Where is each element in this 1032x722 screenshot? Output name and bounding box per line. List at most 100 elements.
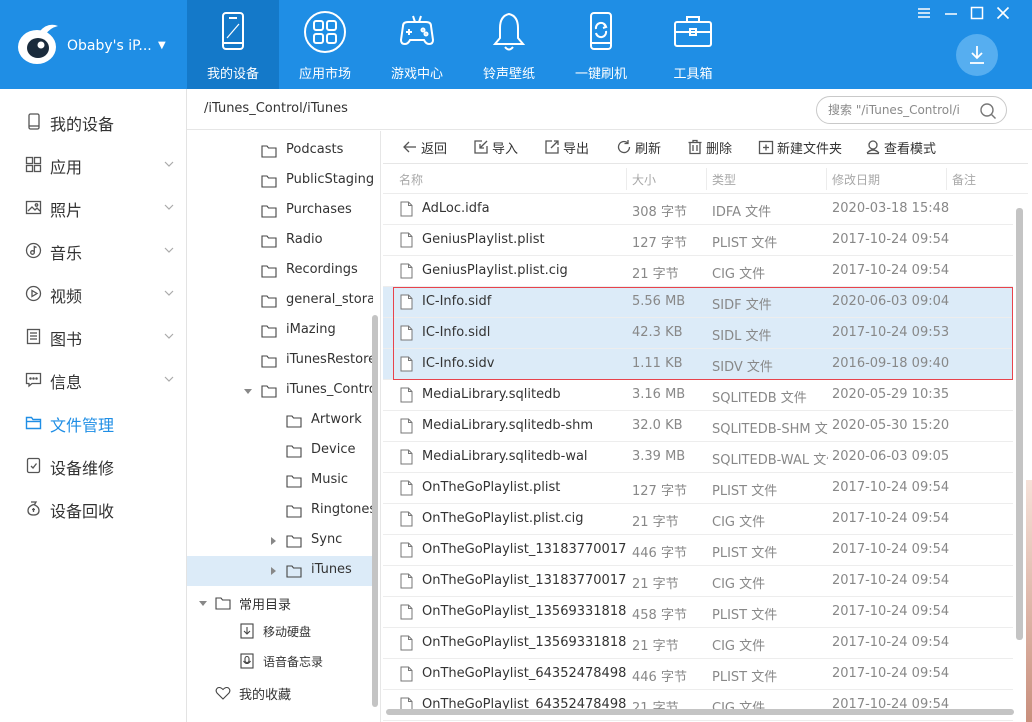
file-name: GeniusPlaylist.plist.cig — [422, 263, 568, 278]
minimize-button[interactable] — [942, 4, 960, 22]
delete-button[interactable]: 删除 — [687, 137, 732, 157]
file-row[interactable]: MediaLibrary.sqlitedb-shm 32.0 KB SQLITEDB… — [383, 411, 1013, 442]
search-icon[interactable] — [978, 101, 998, 121]
menu-button[interactable] — [915, 4, 933, 22]
tree-item[interactable]: Device — [187, 436, 373, 466]
tree-expanded-icon[interactable] — [244, 387, 252, 395]
tree-item[interactable]: Recordings — [187, 256, 373, 286]
file-list: 名称 大小 类型 修改日期 备注 AdLoc.idfa 308 字节 IDFA 文件… — [383, 164, 1028, 722]
file-row[interactable]: MediaLibrary.sqlitedb 3.16 MB SQLITEDB 文件 2… — [383, 380, 1013, 411]
tree-item-label: Recordings — [286, 262, 358, 277]
sidebar-item-messages[interactable]: 信息 — [0, 359, 186, 399]
tree-scrollbar[interactable] — [372, 315, 378, 707]
file-type: PLIST 文件 — [712, 670, 778, 685]
tree-item[interactable]: iMazing — [187, 316, 373, 346]
column-header-date[interactable]: 修改日期 — [832, 171, 880, 188]
file-row[interactable]: IC-Info.sidl 42.3 KB SIDL 文件 2017-10-24 09:… — [383, 318, 1013, 349]
tree-item[interactable]: iTunesRestore — [187, 346, 373, 376]
file-row[interactable]: MediaLibrary.sqlitedb-wal 3.39 MB SQLITEDB… — [383, 442, 1013, 473]
column-header-type[interactable]: 类型 — [712, 171, 736, 188]
file-name: OnTheGoPlaylist_1356933181813... — [422, 635, 626, 650]
back-button[interactable]: 返回 — [402, 137, 447, 157]
maximize-button[interactable] — [968, 4, 986, 22]
file-row[interactable]: IC-Info.sidv 1.11 KB SIDV 文件 2016-09-18 09:… — [383, 349, 1013, 380]
search-input[interactable] — [828, 101, 973, 119]
column-header-note[interactable]: 备注 — [952, 171, 976, 188]
tree-item[interactable]: iTunes_Control — [187, 376, 373, 406]
tree-item[interactable]: general_storage — [187, 286, 373, 316]
file-list-vertical-scrollbar[interactable] — [1016, 208, 1023, 640]
device-selector[interactable]: Obaby's iP... ▼ — [0, 0, 186, 89]
column-header-name[interactable]: 名称 — [399, 171, 423, 188]
column-header-size[interactable]: 大小 — [632, 171, 656, 188]
tree-item-quick-dir[interactable]: 语音备忘录 — [187, 647, 373, 677]
tree-item[interactable]: PublicStaging — [187, 166, 373, 196]
music-icon — [25, 242, 42, 259]
file-icon — [400, 263, 413, 279]
refresh-button[interactable]: 刷新 — [616, 137, 661, 157]
tree-item-label: 语音备忘录 — [263, 655, 324, 669]
sidebar-item-books[interactable]: 图书 — [0, 316, 186, 356]
file-row[interactable]: IC-Info.sidf 5.56 MB SIDF 文件 2020-06-03 09:… — [383, 287, 1013, 318]
tree-item[interactable]: Ringtones — [187, 496, 373, 526]
file-row[interactable]: AdLoc.idfa 308 字节 IDFA 文件 2020-03-18 15:48 — [383, 194, 1013, 225]
file-row[interactable]: OnTheGoPlaylist_1356933181813... 458 字节 PL… — [383, 597, 1013, 628]
tree-item[interactable]: Music — [187, 466, 373, 496]
sidebar-item-music[interactable]: 音乐 — [0, 230, 186, 270]
column-separator[interactable] — [946, 168, 947, 190]
column-separator[interactable] — [626, 168, 627, 190]
file-row[interactable]: OnTheGoPlaylist_1318377001798... 446 字节 PL… — [383, 535, 1013, 566]
sidebar-item-video[interactable]: 视频 — [0, 273, 186, 313]
file-row[interactable]: GeniusPlaylist.plist 127 字节 PLIST 文件 2017-1… — [383, 225, 1013, 256]
file-date: 2017-10-24 09:54 — [832, 232, 950, 247]
tree-item-label: Sync — [311, 532, 343, 547]
nav-toolbox[interactable]: 工具箱 — [647, 0, 739, 89]
import-button[interactable]: 导入 — [473, 137, 518, 157]
nav-game-center[interactable]: 游戏中心 — [371, 0, 463, 89]
tree-item-label: Podcasts — [286, 142, 344, 157]
tree-item[interactable]: Artwork — [187, 406, 373, 436]
file-row[interactable]: GeniusPlaylist.plist.cig 21 字节 CIG 文件 2017-… — [383, 256, 1013, 287]
usb-drive-icon — [240, 623, 254, 639]
file-row[interactable]: OnTheGoPlaylist_1318377001798... 21 字节 CIG… — [383, 566, 1013, 597]
close-button[interactable] — [994, 4, 1012, 22]
tree-collapsed-icon[interactable] — [269, 537, 277, 545]
file-row[interactable]: OnTheGoPlaylist_6435247849887...21 字节CIG… — [383, 690, 1013, 721]
tree-item-favorites[interactable]: 我的收藏 — [187, 678, 373, 708]
download-manager-button[interactable] — [956, 34, 998, 76]
tree-item[interactable]: Sync — [187, 526, 373, 556]
new-folder-button[interactable]: 新建文件夹 — [758, 137, 842, 157]
sidebar-item-apps[interactable]: 应用 — [0, 144, 186, 184]
download-icon — [970, 46, 984, 64]
sidebar-item-device-recycle[interactable]: 设备回收 — [0, 488, 186, 528]
tree-item-quick-dir[interactable]: 移动硬盘 — [187, 617, 373, 647]
view-mode-button[interactable]: 查看模式 — [865, 137, 936, 157]
tree-item[interactable]: Purchases — [187, 196, 373, 226]
file-row[interactable]: OnTheGoPlaylist_1356933181813... 21 字节 CIG… — [383, 628, 1013, 659]
file-date: 2017-10-24 09:54 — [832, 635, 950, 650]
sidebar-item-file-management[interactable]: 文件管理 — [0, 402, 186, 442]
tree-item-common-dirs[interactable]: 常用目录 — [187, 588, 373, 618]
sidebar-item-my-device[interactable]: 我的设备 — [0, 101, 186, 141]
nav-one-click-flash[interactable]: 一键刷机 — [555, 0, 647, 89]
import-label: 导入 — [492, 141, 519, 157]
sidebar-item-photos[interactable]: 照片 — [0, 187, 186, 227]
export-button[interactable]: 导出 — [544, 137, 589, 157]
column-separator[interactable] — [826, 168, 827, 190]
tree-expanded-icon[interactable] — [199, 599, 207, 607]
tree-item[interactable]: iTunes — [187, 556, 373, 586]
column-separator[interactable] — [706, 168, 707, 190]
nav-ringtones-wallpapers[interactable]: 铃声壁纸 — [463, 0, 555, 89]
sidebar-item-device-repair[interactable]: 设备维修 — [0, 445, 186, 485]
nav-my-device[interactable]: 我的设备 — [187, 0, 279, 89]
nav-app-market[interactable]: 应用市场 — [279, 0, 371, 89]
file-list-horizontal-scrollbar[interactable] — [386, 709, 1014, 715]
tree-item[interactable]: Podcasts — [187, 136, 373, 166]
nav-label: 应用市场 — [298, 67, 351, 82]
tree-item-label: iTunes — [311, 562, 352, 577]
file-row[interactable]: OnTheGoPlaylist_6435247849887... 446 字节 PL… — [383, 659, 1013, 690]
tree-collapsed-icon[interactable] — [269, 567, 277, 575]
file-row[interactable]: OnTheGoPlaylist.plist.cig 21 字节 CIG 文件 2017… — [383, 504, 1013, 535]
file-row[interactable]: OnTheGoPlaylist.plist 127 字节 PLIST 文件 2017-… — [383, 473, 1013, 504]
tree-item[interactable]: Radio — [187, 226, 373, 256]
